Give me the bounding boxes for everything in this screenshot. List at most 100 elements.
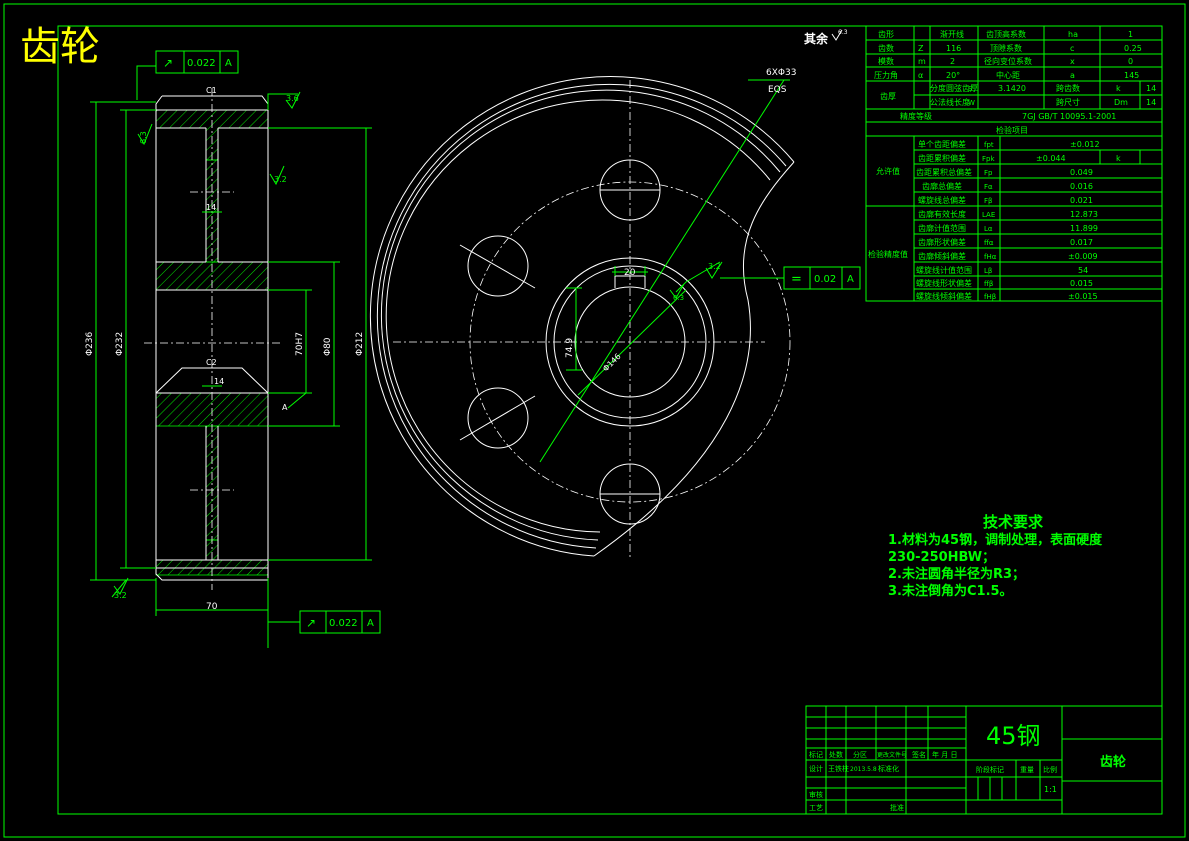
dim-236: Φ236: [85, 331, 95, 356]
tb-sign: 签名: [912, 750, 926, 759]
param-cell: ffβ: [984, 280, 993, 288]
dim-holes: 6XΦ33: [766, 68, 796, 78]
param-cell: 公法线长度: [930, 97, 970, 107]
param-cell: 单个齿距偏差: [918, 139, 966, 149]
tf3-symbol: ↗: [306, 616, 316, 630]
param-cell: 跨齿数: [1056, 83, 1080, 93]
param-cell: 渐开线: [940, 29, 964, 39]
tb-review: 审核: [809, 790, 823, 799]
param-cell: 齿廓总偏差: [922, 181, 962, 191]
rough-63: 6.3: [139, 131, 148, 144]
param-cell: 跨尺寸: [1056, 97, 1080, 107]
param-cell: 齿厚: [880, 92, 896, 101]
tf2-value: 0.02: [814, 274, 836, 285]
tb-part-name: 齿轮: [1100, 754, 1126, 770]
rough-front-32: 3.2: [708, 262, 721, 271]
param-cell: k: [1116, 154, 1121, 163]
tb-designer: 王铁柱: [828, 764, 849, 773]
tf1-symbol: ↗: [163, 56, 173, 70]
tech-line-2: 230-250HBW；: [888, 550, 996, 565]
param-cell: x: [1070, 57, 1075, 66]
param-cell: ffα: [984, 239, 994, 247]
param-cell: fHβ: [984, 293, 996, 301]
cad-drawing: 齿轮 C1 C2 3.6 6.3 3.2 3.2 14 14 Φ236 Φ232…: [3, 3, 1186, 838]
param-cell: 0.015: [1070, 279, 1093, 288]
param-cell: Fpk: [982, 155, 995, 163]
front-view: [369, 76, 795, 560]
dim-70h7: 70H7: [295, 332, 305, 356]
tb-standard: 标准化: [878, 764, 899, 773]
parameter-table: [865, 25, 1163, 302]
param-cell: 齿数: [878, 43, 894, 53]
param-cell: 齿顶高系数: [986, 29, 1026, 39]
param-cell: Fp: [984, 169, 993, 177]
param-cell: 螺旋线形状偏差: [916, 278, 972, 288]
tb-ratio: 比例: [1043, 765, 1057, 774]
dim-212: Φ212: [355, 332, 365, 356]
param-cell: 齿廓计值范围: [918, 223, 966, 233]
param-cell: m: [918, 57, 926, 66]
tb-stage: 阶段标记: [976, 765, 1004, 774]
tb-approve: 批准: [890, 803, 904, 812]
tb-zone: 分区: [853, 750, 867, 759]
param-cell: 顶隙系数: [990, 43, 1022, 53]
param-cell: 20°: [946, 71, 960, 80]
tb-weight: 重量: [1020, 766, 1034, 774]
param-cell: 14: [1146, 98, 1156, 107]
technical-requirements: 技术要求 1.材料为45钢，调制处理，表面硬度 230-250HBW； 2.未注…: [888, 514, 1108, 600]
tf2-symbol: =: [791, 272, 802, 287]
param-cell: 11.899: [1070, 224, 1098, 233]
rough-front-63: 6.3: [673, 294, 684, 302]
param-cell: 145: [1124, 71, 1139, 80]
tf2-datum: A: [847, 274, 854, 285]
tb-mark: 标记: [809, 750, 823, 759]
param-cell: α: [918, 71, 923, 80]
param-cell: c: [1070, 44, 1074, 53]
param-cell: Fα: [984, 183, 993, 191]
param-cell: 齿距累积偏差: [918, 153, 966, 163]
tb-scale: 1:1: [1044, 785, 1057, 794]
tolerance-frame-1: ↗ 0.022 A: [155, 50, 239, 74]
tb-process: 工艺: [809, 804, 823, 812]
param-cell: ±0.044: [1036, 154, 1066, 163]
param-cell: Dm: [1114, 98, 1128, 107]
param-cell: Lβ: [984, 267, 992, 275]
param-cell: 齿廓形状偏差: [918, 237, 966, 247]
dim-74-9: 74.9: [565, 338, 575, 358]
parameter-table-text: 齿形 渐开线 齿顶高系数 ha 1 齿数 Z 116 顶隙系数 c 0.25 模…: [868, 29, 1156, 301]
param-cell: Fβ: [984, 197, 993, 205]
param-cell: 模数: [878, 56, 894, 66]
section-view: [90, 65, 372, 648]
datum-a-mark: A: [282, 403, 288, 412]
param-cell: 0.017: [1070, 238, 1093, 247]
param-cell: 齿距累积总偏差: [916, 167, 972, 177]
param-cell: ±0.009: [1068, 252, 1098, 261]
surface-note: 其余: [804, 31, 829, 46]
param-cell: 0.049: [1070, 168, 1093, 177]
param-cell: S: [968, 85, 973, 93]
rough-32b: 3.2: [114, 591, 127, 600]
param-cell: 螺旋线计值范围: [916, 265, 972, 275]
param-cell: 齿形: [878, 30, 894, 39]
tech-title: 技术要求: [982, 513, 1043, 531]
param-cell: W: [968, 99, 975, 107]
dim-c2: C2: [206, 358, 217, 367]
tf3-datum: A: [367, 618, 374, 629]
param-cell: 径向变位系数: [984, 56, 1032, 66]
tf1-value: 0.022: [187, 58, 216, 69]
rough-36: 3.6: [286, 94, 299, 103]
tech-line-1: 1.材料为45钢，调制处理，表面硬度: [888, 533, 1103, 548]
param-cell: 54: [1078, 266, 1088, 275]
param-cell: Z: [918, 44, 924, 53]
param-cell: 12.873: [1070, 210, 1098, 219]
dim-width-70: 70: [206, 602, 218, 612]
param-cell: 116: [946, 44, 961, 53]
param-cell: 3.1420: [998, 84, 1026, 93]
tb-date: 年 月 日: [932, 750, 957, 759]
param-cell: ha: [1068, 30, 1078, 39]
param-cell: 允许值: [876, 166, 900, 176]
param-cell: a: [1070, 71, 1075, 80]
tb-design: 设计: [809, 764, 823, 773]
param-cell: 螺旋线倾斜偏差: [916, 291, 972, 301]
dim-eqs: EQS: [768, 85, 787, 95]
